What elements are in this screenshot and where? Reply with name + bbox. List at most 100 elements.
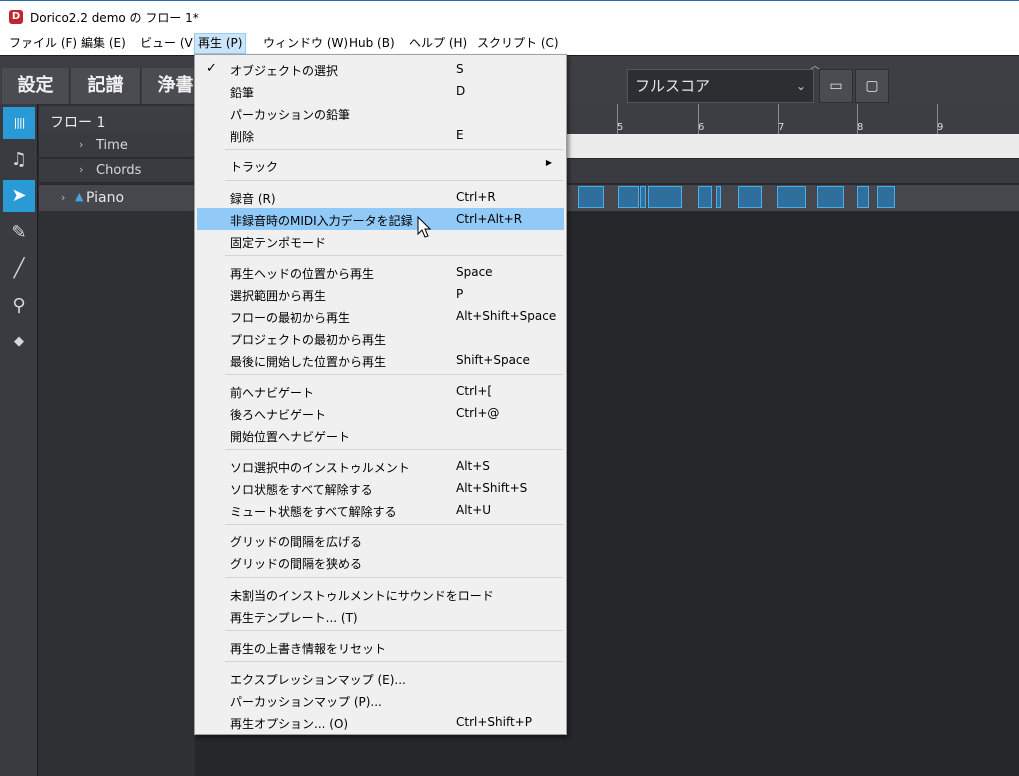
chevron-right-icon[interactable]: › [79,163,83,176]
menu-item-shortcut: S [456,62,464,76]
menu-item-expression-maps[interactable]: エクスプレッションマップ (E)... [197,667,564,689]
menu-file[interactable]: ファイル (F) [6,33,80,54]
menu-item-shortcut: Alt+Shift+S [456,481,528,495]
mallet-icon[interactable]: ⚲ [3,290,35,322]
waveform-icon[interactable]: |||| [3,107,35,139]
menu-item-label: 非録音時のMIDI入力データを記録 [230,214,413,228]
menu-item-play-from-selection[interactable]: 選択範囲から再生 P [197,283,564,305]
menu-item-label: 未割当のインストゥルメントにサウンドをロード [230,589,494,603]
menu-item-playback-template[interactable]: 再生テンプレート... (T) [197,605,564,627]
page-view-icon[interactable]: ▢ [855,69,889,103]
menu-item-play-from-project-start[interactable]: プロジェクトの最初から再生 [197,327,564,349]
mode-tab-write[interactable]: 記譜 [71,68,141,104]
menu-item-percussion-maps[interactable]: パーカッションマップ (P)... [197,689,564,711]
menu-item-label: ソロ状態をすべて解除する [230,483,373,497]
time-track-lane[interactable] [567,134,1019,158]
menu-item-shortcut: Alt+Shift+Space [456,309,557,323]
menu-window[interactable]: ウィンドウ (W) [260,33,351,54]
note-block[interactable] [640,186,646,208]
menu-separator [225,449,563,450]
menu-item-play-from-last-start[interactable]: 最後に開始した位置から再生 Shift+Space [197,349,564,371]
instrument-name: Piano [86,190,125,206]
menu-item-unmute-all[interactable]: ミュート状態をすべて解除する Alt+U [197,499,564,521]
note-block[interactable] [648,186,682,208]
menu-item-reset-overrides[interactable]: 再生の上書き情報をリセット [197,636,564,658]
galley-view-icon[interactable]: ▭ [819,69,853,103]
chords-track-header[interactable]: › Chords [39,159,195,183]
play-menu-dropdown: ✓ オブジェクトの選択 S 鉛筆 D パーカッションの鉛筆 削除 E トラック … [194,54,567,735]
pencil-icon[interactable]: ✎ [3,217,35,249]
note-block[interactable] [857,186,869,208]
track-label: Chords [96,163,142,178]
menu-item-shortcut: Alt+U [456,503,492,517]
window-title: Dorico2.2 demo の フロー 1* [30,11,199,25]
arrow-select-icon[interactable]: ➤ [3,180,35,212]
menu-script[interactable]: スクリプト (C) [474,33,562,54]
menu-item-widen-grid[interactable]: グリッドの間隔を広げる [197,529,564,551]
menu-item-shortcut: E [456,128,464,142]
note-icon[interactable]: ♫ [3,144,35,176]
note-block[interactable] [716,186,721,208]
menu-hub[interactable]: Hub (B) [346,33,398,54]
menu-item-label: 前へナビゲート [230,386,315,400]
menu-item-navigate-start[interactable]: 開始位置へナビゲート [197,424,564,446]
chords-track-lane[interactable] [567,159,1019,183]
menu-item-playback-options[interactable]: 再生オプション... (O) Ctrl+Shift+P [197,711,564,733]
menu-item-label: 鉛筆 [230,86,255,100]
ruler[interactable]: 5 6 7 8 9 [567,104,1019,134]
menu-item-navigate-forward[interactable]: 後ろへナビゲート Ctrl+@ [197,402,564,424]
note-block[interactable] [698,186,712,208]
menu-item-label: 後ろへナビゲート [230,408,327,422]
menu-view[interactable]: ビュー (V) [137,33,200,54]
chevron-right-icon[interactable]: › [79,138,83,151]
note-block[interactable] [578,186,604,208]
menu-item-play-from-flow-start[interactable]: フローの最初から再生 Alt+Shift+Space [197,305,564,327]
menu-item-record[interactable]: 録音 (R) Ctrl+R [197,186,564,208]
menu-separator [225,577,563,578]
menu-item-shortcut: Shift+Space [456,353,530,367]
menu-separator [225,149,563,150]
note-block[interactable] [738,186,762,208]
menu-item-narrow-grid[interactable]: グリッドの間隔を狭める [197,551,564,573]
menu-item-shortcut: Ctrl+Alt+R [456,212,523,226]
menu-item-track[interactable]: トラック ▶ [197,154,564,176]
menu-item-navigate-back[interactable]: 前へナビゲート Ctrl+[ [197,380,564,402]
note-block[interactable] [817,186,844,208]
time-track-header[interactable]: › Time [39,134,195,158]
menu-item-retrospective-record[interactable]: 非録音時のMIDI入力データを記録 Ctrl+Alt+R [197,208,564,230]
chevron-right-icon[interactable]: › [61,191,65,204]
instrument-player-icon: ▲ [75,190,84,203]
menu-separator [225,255,563,256]
line-icon[interactable]: ╱ [3,253,35,285]
tool-strip: |||| ♫ ➤ ✎ ╱ ⚲ ◆ [0,104,38,776]
eraser-icon[interactable]: ◆ [3,326,35,358]
layout-selector[interactable]: フルスコア ⌄ [627,69,814,103]
menu-item-play-from-playhead[interactable]: 再生ヘッドの位置から再生 Space [197,261,564,283]
menu-item-shortcut: Ctrl+[ [456,384,493,398]
menu-item-label: オブジェクトの選択 [230,64,339,78]
menu-item-label: 再生ヘッドの位置から再生 [230,267,375,281]
menu-item-unsolo-all[interactable]: ソロ状態をすべて解除する Alt+Shift+S [197,477,564,499]
menu-item-solo-selected[interactable]: ソロ選択中のインストゥルメント Alt+S [197,455,564,477]
mode-tab-setup[interactable]: 設定 [2,68,70,104]
menu-item-percussion-pencil[interactable]: パーカッションの鉛筆 [197,102,564,124]
menu-item-pencil[interactable]: 鉛筆 D [197,80,564,102]
menu-item-label: フローの最初から再生 [230,311,351,325]
note-block[interactable] [777,186,806,208]
menu-play[interactable]: 再生 (P) [194,33,247,54]
menu-item-delete[interactable]: 削除 E [197,124,564,146]
menu-item-shortcut: Ctrl+@ [456,406,500,420]
dorico-app-icon: D [9,10,23,24]
menu-item-select-objects[interactable]: ✓ オブジェクトの選択 S [197,58,564,80]
bar-gridline [857,104,858,134]
dorico-window: D Dorico2.2 demo の フロー 1* ファイル (F) 編集 (E… [0,0,1019,776]
menu-help[interactable]: ヘルプ (H) [406,33,470,54]
menu-edit[interactable]: 編集 (E) [78,33,129,54]
menu-item-label: 削除 [230,130,255,144]
note-block[interactable] [877,186,895,208]
menu-item-load-sounds[interactable]: 未割当のインストゥルメントにサウンドをロード [197,583,564,605]
menu-item-label: トラック [230,160,279,174]
note-block[interactable] [618,186,639,208]
menu-item-label: パーカッションの鉛筆 [230,108,351,122]
menu-item-fixed-tempo[interactable]: 固定テンポモード [197,230,564,252]
